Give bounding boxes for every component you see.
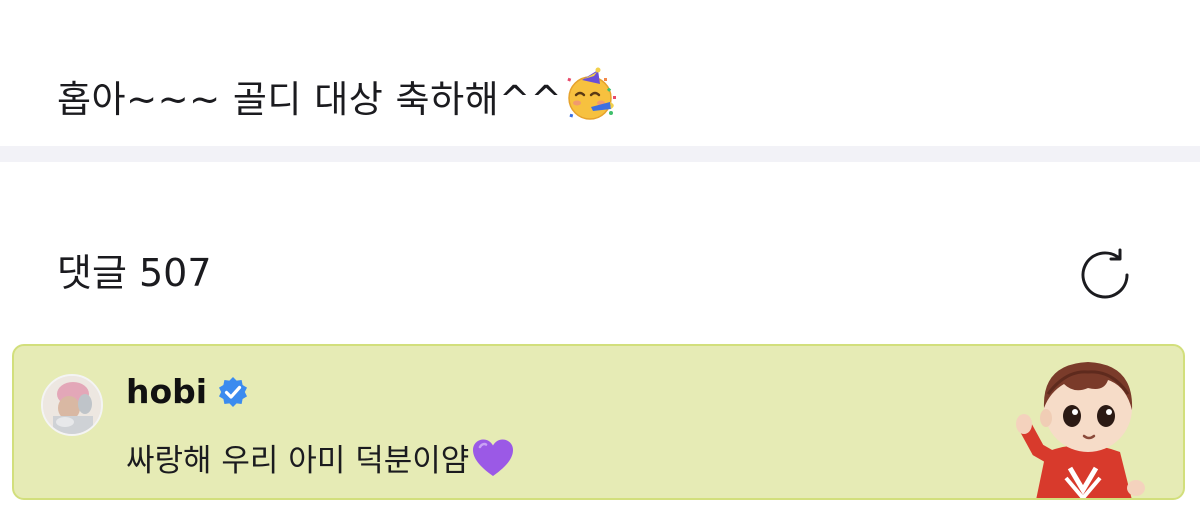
refresh-icon [1081, 248, 1129, 299]
partying-face-icon [564, 66, 620, 135]
verified-badge-icon [217, 376, 249, 408]
author-name[interactable]: hobi [126, 370, 207, 414]
author-row[interactable]: hobi [126, 370, 249, 414]
tinytan-character-sticker [1008, 350, 1158, 498]
purple-heart-icon [471, 438, 515, 489]
section-divider [0, 146, 1200, 162]
comments-count-title: 댓글 507 [57, 251, 212, 295]
comments-header: 댓글 507 [0, 162, 1200, 342]
post-text-line: 홉아~~~ 골디 대상 축하해^^ [57, 66, 620, 135]
pinned-comment-card[interactable]: hobi 싸랑해 우리 아미 덕분이얌 [12, 344, 1185, 500]
post-content: 홉아~~~ 골디 대상 축하해^^ [0, 0, 1200, 146]
avatar[interactable] [41, 374, 103, 436]
fan-community-post-view: 홉아~~~ 골디 대상 축하해^^ 댓글 507 hobi 싸랑해 우리 아미 … [0, 0, 1200, 527]
comment-text-line: 싸랑해 우리 아미 덕분이얌 [126, 438, 515, 489]
post-text: 홉아~~~ 골디 대상 축하해^^ [57, 78, 563, 121]
comment-text: 싸랑해 우리 아미 덕분이얌 [126, 443, 470, 479]
refresh-button[interactable] [1076, 246, 1134, 304]
